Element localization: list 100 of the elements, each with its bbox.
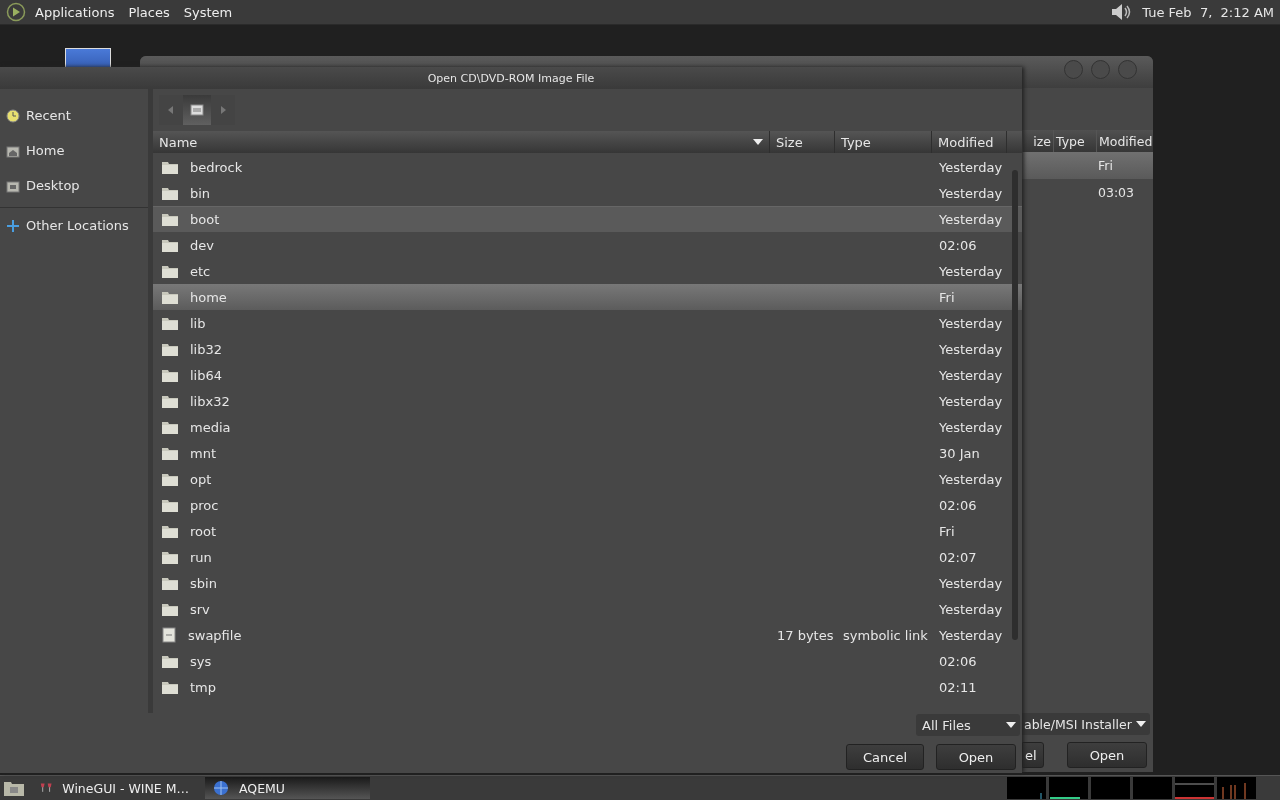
place-label: Recent (26, 108, 71, 123)
file-row[interactable]: sys 02:06 (153, 648, 1022, 674)
file-row[interactable]: boot Yesterday (153, 206, 1022, 232)
file-row[interactable]: Fri (1022, 152, 1153, 179)
file-name: opt (190, 471, 212, 487)
place-item[interactable]: Desktop (0, 168, 148, 203)
file-row[interactable]: lib64 Yesterday (153, 362, 1022, 388)
file-row[interactable]: lib32 Yesterday (153, 336, 1022, 362)
file-modified: Yesterday (939, 367, 1003, 383)
file-type-dropdown[interactable]: All Files (916, 714, 1020, 736)
wine-glasses-icon (40, 781, 53, 795)
taskbar-item[interactable]: AQEMU (205, 777, 370, 799)
globe-icon (213, 780, 229, 796)
folder-icon (162, 498, 178, 512)
file-row[interactable]: dev 02:06 (153, 232, 1022, 258)
folder-icon (162, 316, 178, 330)
file-modified: Yesterday (939, 471, 1003, 487)
dialog-button[interactable]: Open (936, 744, 1016, 770)
file-name: lib32 (190, 341, 223, 357)
file-name: lib64 (190, 367, 223, 383)
file-row[interactable]: tmp 02:11 (153, 674, 1022, 700)
home-folder-icon (6, 143, 20, 158)
window-control-button[interactable] (1064, 60, 1083, 79)
panel-menu[interactable]: Places (123, 2, 175, 22)
panel-menu[interactable]: System (178, 2, 238, 22)
file-row[interactable]: libx32 Yesterday (153, 388, 1022, 414)
file-modified: 30 Jan (939, 445, 980, 461)
file-row[interactable]: opt Yesterday (153, 466, 1022, 492)
drive-icon (190, 103, 204, 117)
speaker-icon[interactable] (1110, 2, 1133, 22)
file-name: media (190, 419, 231, 435)
path-button[interactable] (183, 95, 211, 125)
left-arrow-icon (168, 106, 174, 114)
file-row[interactable]: lib Yesterday (153, 310, 1022, 336)
file-row[interactable]: srv Yesterday (153, 596, 1022, 622)
file-modified: 02:06 (939, 237, 977, 253)
file-modified: Yesterday (939, 211, 1003, 227)
dialog-button[interactable]: Cancel (846, 744, 924, 770)
folder-icon (162, 290, 178, 304)
load-graph-drawing (1091, 777, 1130, 799)
folder-icon (162, 394, 178, 408)
place-label: Home (26, 143, 65, 158)
file-row[interactable]: mnt 30 Jan (153, 440, 1022, 466)
window-control-button[interactable] (1091, 60, 1110, 79)
load-graph-drawing (1133, 777, 1172, 799)
file-row[interactable]: run 02:07 (153, 544, 1022, 570)
folder-icon (162, 238, 178, 252)
plus-icon (6, 218, 20, 233)
file-modified: Yesterday (939, 315, 1003, 331)
file-row[interactable]: etc Yesterday (153, 258, 1022, 284)
file-modified: Yesterday (939, 263, 1003, 279)
folder-icon (162, 212, 178, 226)
place-item[interactable]: Recent (0, 98, 148, 133)
file-row[interactable]: home Fri (153, 284, 1022, 310)
window-control-button[interactable] (1118, 60, 1137, 79)
file-icon (162, 627, 176, 643)
place-item[interactable]: Home (0, 133, 148, 168)
load-graph-drawing (1007, 777, 1046, 799)
folder-icon (162, 160, 178, 174)
file-row[interactable]: bin Yesterday (153, 180, 1022, 206)
folder-icon (162, 576, 178, 590)
place-label: Other Locations (26, 218, 129, 233)
place-item[interactable]: Other Locations (0, 208, 148, 243)
dialog-title: Open CD\DVD-ROM Image File (0, 67, 1022, 89)
dialog-button[interactable]: el (1022, 742, 1044, 768)
file-row[interactable]: media Yesterday (153, 414, 1022, 440)
caret-icon (1006, 722, 1016, 728)
folder-icon (162, 446, 178, 460)
folder-icon[interactable] (4, 780, 24, 796)
file-name: home (190, 289, 227, 305)
clock[interactable]: Tue Feb 7, 2:12 AM (1136, 4, 1274, 20)
folder-icon (162, 342, 178, 356)
file-row[interactable]: 03:03 (1022, 179, 1153, 206)
file-row[interactable]: proc 02:06 (153, 492, 1022, 518)
panel-menu[interactable]: Applications (30, 2, 120, 22)
file-modified: Yesterday (939, 185, 1003, 201)
file-modified: 02:11 (939, 679, 977, 695)
file-name: mnt (190, 445, 216, 461)
play-logo-icon[interactable] (6, 2, 26, 22)
file-row[interactable]: sbin Yesterday (153, 570, 1022, 596)
file-name: lib (190, 315, 206, 331)
dialog-button[interactable]: Open (1067, 742, 1147, 768)
file-size: 17 bytes (777, 627, 834, 643)
file-modified: Yesterday (939, 419, 1003, 435)
file-row[interactable]: swapfile 17 bytes symbolic link Yesterday (153, 622, 1022, 648)
file-modified: Yesterday (939, 159, 1003, 175)
file-name: boot (190, 211, 220, 227)
file-type-dropdown[interactable]: able/MSI Installer (1022, 713, 1150, 735)
file-modified: 02:06 (939, 497, 977, 513)
folder-icon (162, 524, 178, 538)
file-modified: Fri (939, 289, 955, 305)
file-row[interactable]: bedrock Yesterday (153, 154, 1022, 180)
file-name: etc (190, 263, 211, 279)
desktop-folder-icon (6, 178, 20, 193)
load-graph-drawing (1049, 777, 1088, 799)
folder-icon (162, 420, 178, 434)
taskbar-item[interactable]: WineGUI - WINE M… (32, 777, 197, 799)
folder-icon (162, 264, 178, 278)
file-name: sys (190, 653, 212, 669)
file-row[interactable]: root Fri (153, 518, 1022, 544)
